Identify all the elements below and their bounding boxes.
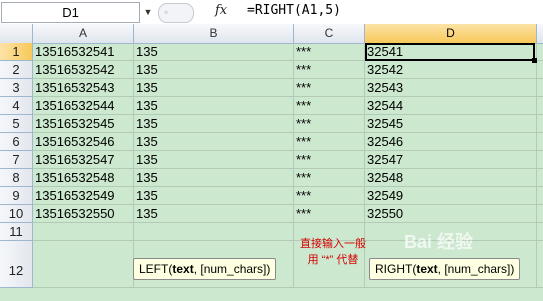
cell-d[interactable]: 32546 — [367, 133, 403, 151]
row-header[interactable]: 7 — [0, 151, 33, 169]
cell-a[interactable]: 13516532548 — [35, 169, 115, 187]
gridline — [33, 222, 543, 223]
gridline — [133, 43, 134, 288]
cell-a[interactable]: 13516532550 — [35, 205, 115, 223]
name-box[interactable]: D1 — [1, 2, 140, 23]
cell-c[interactable]: *** — [296, 169, 311, 187]
cell-c[interactable]: *** — [296, 97, 311, 115]
cell-d[interactable]: 32542 — [367, 61, 403, 79]
row-header[interactable]: 6 — [0, 133, 33, 151]
cell-d[interactable]: 32547 — [367, 151, 403, 169]
column-header-c[interactable]: C — [294, 24, 365, 43]
cell-c[interactable]: *** — [296, 115, 311, 133]
cell-d[interactable]: 32548 — [367, 169, 403, 187]
cell-c[interactable]: *** — [296, 133, 311, 151]
gridline — [293, 43, 294, 288]
annotation-note: 直接输入一般用 “*” 代替 — [300, 238, 366, 266]
cell-b[interactable]: 135 — [136, 43, 158, 61]
cell-b[interactable]: 135 — [136, 115, 158, 133]
row-header[interactable]: 5 — [0, 115, 33, 133]
tooltip-rest: , [num_chars]) — [193, 262, 271, 276]
cell-b[interactable]: 135 — [136, 169, 158, 187]
cell-b[interactable]: 135 — [136, 151, 158, 169]
cell-a[interactable]: 13516532547 — [35, 151, 115, 169]
formula-bar: D1 ▼ ◦ fx =RIGHT(A1,5) — [0, 0, 543, 25]
tooltip-rest: , [num_chars]) — [437, 262, 515, 276]
grip-icon: ◦ — [164, 5, 169, 19]
tooltip-left-function: LEFT(text, [num_chars]) — [133, 258, 277, 280]
fill-handle[interactable] — [532, 58, 537, 63]
cell-b[interactable]: 135 — [136, 205, 158, 223]
cell-d[interactable]: 32550 — [367, 205, 403, 223]
gridline — [536, 43, 537, 288]
cell-c[interactable]: *** — [296, 187, 311, 205]
row-header[interactable]: 4 — [0, 97, 33, 115]
chevron-down-icon[interactable]: ▼ — [140, 2, 156, 22]
formula-bar-resize-handle[interactable]: ◦ — [158, 3, 194, 23]
cell-b[interactable]: 135 — [136, 97, 158, 115]
cell-c[interactable]: *** — [296, 79, 311, 97]
insert-function-icon[interactable]: fx — [215, 3, 227, 18]
formula-input[interactable]: =RIGHT(A1,5) — [247, 3, 341, 18]
cell-d[interactable]: 32545 — [367, 115, 403, 133]
cell-a[interactable]: 13516532549 — [35, 187, 115, 205]
cell-a[interactable]: 13516532542 — [35, 61, 115, 79]
row-header[interactable]: 10 — [0, 205, 33, 223]
tooltip-fn: RIGHT( — [375, 262, 417, 276]
cell-c[interactable]: *** — [296, 43, 311, 61]
column-headers: A B C D — [0, 24, 543, 44]
row-header[interactable]: 2 — [0, 61, 33, 79]
select-all-corner[interactable] — [0, 24, 33, 43]
tooltip-arg: text — [416, 262, 438, 276]
tooltip-fn: LEFT( — [139, 262, 173, 276]
column-header-b[interactable]: B — [134, 24, 294, 43]
cell-b[interactable]: 135 — [136, 187, 158, 205]
column-header-a[interactable]: A — [33, 24, 134, 43]
cell-b[interactable]: 135 — [136, 79, 158, 97]
cell-a[interactable]: 13516532543 — [35, 79, 115, 97]
row-header[interactable]: 12 — [0, 241, 33, 288]
cell-b[interactable]: 135 — [136, 133, 158, 151]
cell-c[interactable]: *** — [296, 151, 311, 169]
row-header[interactable]: 9 — [0, 187, 33, 205]
cell-c[interactable]: *** — [296, 205, 311, 223]
watermark: Bai 经验 — [404, 232, 474, 252]
row-header[interactable]: 8 — [0, 169, 33, 187]
cell-b[interactable]: 135 — [136, 61, 158, 79]
cell-d[interactable]: 32543 — [367, 79, 403, 97]
column-header-d[interactable]: D — [365, 24, 537, 43]
row-headers: 1 2 3 4 5 6 7 8 9 10 11 12 — [0, 43, 33, 288]
cell-a[interactable]: 13516532544 — [35, 97, 115, 115]
cell-c[interactable]: *** — [296, 61, 311, 79]
cell-d[interactable]: 32549 — [367, 187, 403, 205]
cell-a[interactable]: 13516532541 — [35, 43, 115, 61]
cell-d[interactable]: 32544 — [367, 97, 403, 115]
cell-a[interactable]: 13516532545 — [35, 115, 115, 133]
tooltip-arg: text — [172, 262, 194, 276]
row-header[interactable]: 3 — [0, 79, 33, 97]
active-cell-outline — [365, 43, 535, 61]
row-header[interactable]: 11 — [0, 223, 33, 241]
tooltip-right-function: RIGHT(text, [num_chars]) — [369, 258, 521, 280]
cell-a[interactable]: 13516532546 — [35, 133, 115, 151]
row-header[interactable]: 1 — [0, 43, 33, 61]
